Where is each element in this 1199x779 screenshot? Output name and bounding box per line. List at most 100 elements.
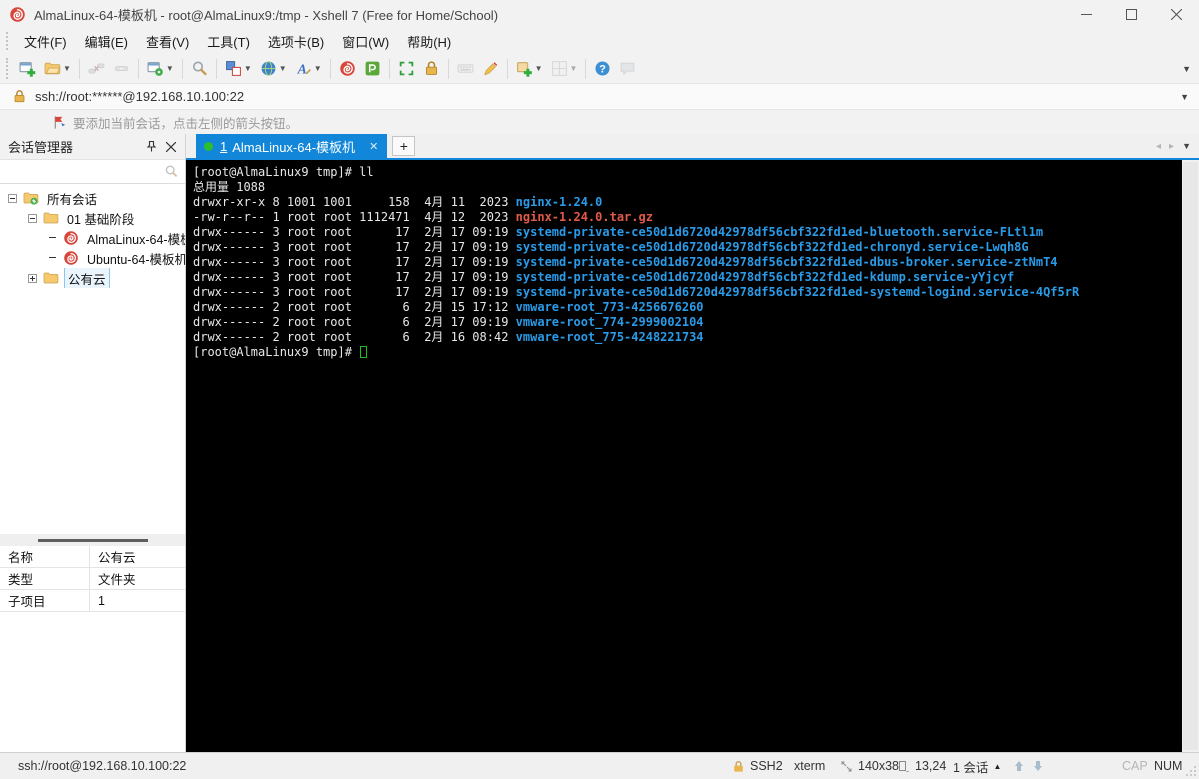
tree-item-public-cloud[interactable]: 公有云 — [0, 268, 185, 288]
new-window-icon — [516, 62, 532, 77]
property-row: 类型 文件夹 — [0, 568, 185, 590]
terminal-text: vmware-root_774-2999002104 — [515, 315, 704, 329]
caret-down-icon[interactable]: ▼ — [63, 64, 71, 73]
tree-expander-minus-icon[interactable] — [28, 213, 37, 223]
toolbar-new-session-button[interactable] — [16, 57, 39, 81]
property-row: 名称 公有云 — [0, 546, 185, 568]
terminal-text: systemd-private-ce50d1d6720d42978df56cbf… — [515, 240, 1029, 254]
toolbar-grip[interactable] — [6, 58, 11, 79]
terminal-output: [root@AlmaLinux9 tmp]# ll 总用量 1088 drwxr-x… — [186, 160, 1182, 360]
menu-item-file[interactable]: 文件(F) — [15, 29, 76, 54]
tree-item-stage-01[interactable]: 01 基础阶段 — [0, 208, 185, 228]
terminal-text: systemd-private-ce50d1d6720d42978df56cbf… — [515, 270, 1015, 284]
toolbar-separator — [329, 58, 331, 79]
session-properties-icon — [147, 62, 163, 76]
tab-list-caret[interactable]: ▼ — [1182, 141, 1191, 151]
toolbar-session-properties-button[interactable]: ▼ — [144, 57, 177, 81]
toolbar-font-button[interactable]: A ▼ — [292, 57, 325, 81]
status-cursor-pos: 13,24 — [897, 753, 946, 779]
globe-icon — [261, 61, 276, 76]
chat-icon — [621, 62, 635, 76]
window-title: AlmaLinux-64-模板机 - root@AlmaLinux9:/tmp … — [34, 7, 499, 23]
toolbar-new-window-button[interactable]: ▼ — [513, 57, 546, 81]
toolbar-help-button[interactable]: ? — [591, 57, 614, 81]
tab-scroll-left-icon[interactable]: ◂ — [1156, 141, 1161, 152]
caps-lock-indicator: CAP — [1122, 759, 1148, 773]
arrow-down-icon[interactable] — [1031, 759, 1045, 773]
maximize-button[interactable] — [1109, 0, 1154, 28]
terminal-line: drwx------ 2 root root 6 2月 17 09:19 vmw… — [193, 315, 1182, 330]
tree-spacer — [48, 254, 57, 263]
caret-down-icon[interactable]: ▼ — [279, 64, 287, 73]
status-nav-arrows — [1012, 753, 1045, 779]
menu-item-view[interactable]: 查看(V) — [137, 29, 198, 54]
tab-scroll-right-icon[interactable]: ▸ — [1169, 141, 1174, 152]
menu-grip[interactable] — [6, 31, 11, 51]
toolbar-xshell-button[interactable] — [336, 57, 359, 81]
terminal-line: -rw-r--r-- 1 root root 1112471 4月 12 202… — [193, 210, 1182, 225]
menu-item-edit[interactable]: 编辑(E) — [76, 29, 137, 54]
tab-almalinux[interactable]: 1 AlmaLinux-64-模板机 ✕ — [196, 134, 388, 158]
protocol-label: SSH2 — [750, 759, 783, 773]
caret-down-icon[interactable]: ▼ — [570, 64, 578, 73]
close-button[interactable] — [1154, 0, 1199, 28]
property-key: 子项目 — [0, 590, 90, 611]
tree-expander-plus-icon[interactable] — [28, 273, 37, 283]
cursor-pos-label: 13,24 — [915, 759, 947, 773]
scrollbar-thumb[interactable] — [1183, 162, 1198, 750]
splitter-handle[interactable] — [37, 538, 148, 542]
terminal-line: drwx------ 2 root root 6 2月 16 08:42 vmw… — [193, 330, 1182, 345]
toolbar-fullscreen-button[interactable] — [395, 57, 418, 81]
num-lock-indicator: NUM — [1154, 759, 1183, 773]
toolbar-overflow-caret[interactable]: ▼ — [1182, 64, 1191, 74]
terminal-scrollbar[interactable] — [1182, 160, 1199, 752]
sidebar-splitter[interactable] — [0, 534, 185, 546]
tree-expander-minus-icon[interactable] — [8, 193, 17, 203]
toolbar-xftp-button[interactable] — [361, 57, 384, 81]
session-list-caret-icon[interactable]: ▲ — [993, 762, 1001, 771]
menu-item-tools[interactable]: 工具(T) — [198, 29, 259, 54]
menu-item-tab[interactable]: 选项卡(B) — [259, 29, 333, 54]
terminal-line: 总用量 1088 — [193, 180, 1182, 195]
title-bar[interactable]: AlmaLinux-64-模板机 - root@AlmaLinux9:/tmp … — [0, 0, 1199, 28]
terminal-line: drwx------ 3 root root 17 2月 17 09:19 sy… — [193, 240, 1182, 255]
fullscreen-icon — [399, 61, 413, 76]
font-icon: A — [296, 61, 311, 76]
arrow-up-icon[interactable] — [1012, 759, 1026, 773]
menu-item-window[interactable]: 窗口(W) — [333, 29, 398, 54]
tree-item-all-sessions[interactable]: 所有会话 — [0, 188, 185, 208]
toolbar-lock-button[interactable] — [420, 57, 443, 81]
tree-item-ubuntu[interactable]: Ubuntu-64-模板机 — [0, 248, 185, 268]
property-value: 文件夹 — [98, 573, 136, 587]
menu-item-help[interactable]: 帮助(H) — [398, 29, 460, 54]
address-dropdown-caret[interactable]: ▼ — [1180, 92, 1189, 102]
tree-item-label: 所有会话 — [47, 192, 98, 207]
session-search-input[interactable] — [4, 162, 161, 181]
xftp-icon — [365, 61, 380, 76]
toolbar-highlighter-button[interactable] — [479, 57, 502, 81]
connected-status-dot — [204, 141, 213, 151]
toolbar-find-button[interactable] — [188, 57, 211, 81]
panel-close-icon[interactable] — [161, 137, 181, 157]
caret-down-icon[interactable]: ▼ — [314, 64, 322, 73]
tab-close-icon[interactable]: ✕ — [369, 140, 378, 153]
caret-down-icon[interactable]: ▼ — [244, 64, 252, 73]
terminal-line: drwx------ 3 root root 17 2月 17 09:19 sy… — [193, 225, 1182, 240]
toolbar-open-folder-button[interactable]: ▼ — [41, 57, 74, 81]
tree-item-almalinux[interactable]: AlmaLinux-64-模板机 — [0, 228, 185, 248]
address-bar[interactable]: ssh://root:******@192.168.10.100:22 ▼ — [0, 84, 1199, 110]
caret-down-icon[interactable]: ▼ — [166, 64, 174, 73]
terminal[interactable]: [root@AlmaLinux9 tmp]# ll 总用量 1088 drwxr-x… — [186, 160, 1182, 752]
pin-icon[interactable] — [141, 137, 161, 157]
address-url[interactable]: ssh://root:******@192.168.10.100:22 — [35, 89, 244, 104]
toolbar-layout-button[interactable]: ▼ — [222, 57, 255, 81]
resize-grip[interactable] — [1184, 764, 1197, 777]
open-folder-icon — [44, 62, 61, 75]
new-tab-button[interactable]: + — [392, 136, 416, 156]
info-message: 要添加当前会话，点击左侧的箭头按钮。 — [73, 116, 299, 131]
minimize-button[interactable] — [1064, 0, 1109, 28]
status-session-count[interactable]: 1 会话 ▲ — [953, 753, 1001, 779]
find-icon — [192, 61, 207, 76]
caret-down-icon[interactable]: ▼ — [535, 64, 543, 73]
toolbar-globe-button[interactable]: ▼ — [257, 57, 290, 81]
